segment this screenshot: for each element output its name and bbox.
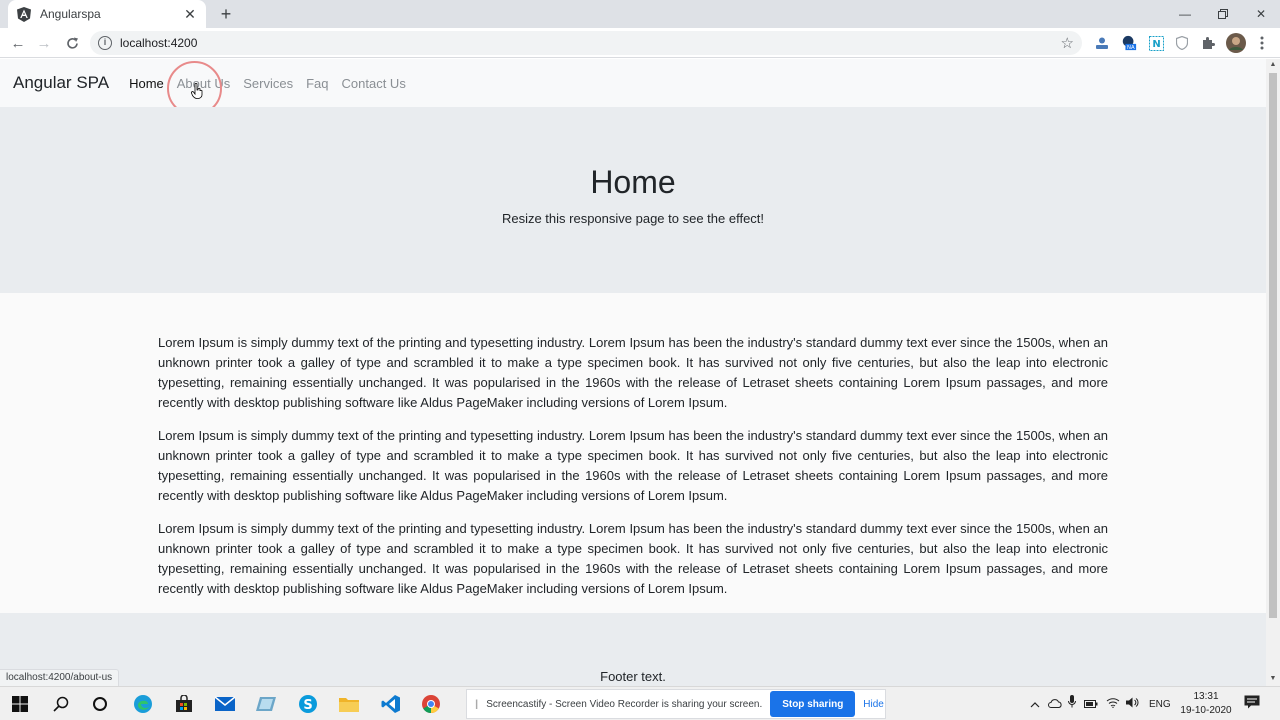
- drag-handle-icon[interactable]: ||: [475, 699, 479, 710]
- site-info-icon[interactable]: i: [98, 36, 112, 50]
- nav-services[interactable]: Services: [243, 76, 293, 91]
- browser-tabstrip: Angularspa ✕ + — ✕: [0, 0, 1280, 28]
- angular-favicon-icon: [16, 6, 32, 22]
- window-controls: — ✕: [1166, 0, 1280, 28]
- page-viewport: Angular SPA Home About Us Services Faq C…: [0, 59, 1266, 686]
- browser-toolbar: ← → i localhost:4200 ☆ NA N: [0, 28, 1280, 58]
- language-indicator[interactable]: ENG: [1149, 699, 1171, 710]
- profile-avatar[interactable]: [1226, 33, 1246, 53]
- site-footer: Footer text.: [0, 613, 1266, 686]
- nav-contact-us[interactable]: Contact Us: [342, 76, 406, 91]
- hero-jumbotron: Home Resize this responsive page to see …: [0, 107, 1266, 293]
- svg-text:NA: NA: [1127, 45, 1135, 51]
- tab-close-icon[interactable]: ✕: [182, 6, 198, 23]
- extension-n-icon[interactable]: N: [1148, 35, 1164, 51]
- tab-title: Angularspa: [40, 7, 101, 21]
- mail-icon[interactable]: [214, 693, 236, 715]
- extension-na-icon[interactable]: NA: [1121, 35, 1137, 51]
- skype-icon[interactable]: S: [297, 693, 319, 715]
- forward-arrow-icon[interactable]: →: [34, 33, 54, 53]
- vscode-icon[interactable]: [380, 693, 402, 715]
- windows-taskbar: S || Screencastify - Screen Video Record…: [0, 686, 1280, 720]
- address-bar[interactable]: i localhost:4200 ☆: [90, 31, 1082, 55]
- app-icon[interactable]: [255, 693, 277, 715]
- browser-tab[interactable]: Angularspa ✕: [8, 0, 206, 28]
- file-explorer-icon[interactable]: [338, 693, 360, 715]
- reload-icon[interactable]: [62, 33, 82, 53]
- browser-menu-icon[interactable]: [1254, 35, 1270, 51]
- content-section: Lorem Ipsum is simply dummy text of the …: [0, 293, 1266, 613]
- hide-button[interactable]: Hide: [863, 699, 884, 710]
- new-tab-button[interactable]: +: [216, 4, 236, 24]
- search-icon[interactable]: [50, 693, 72, 715]
- scroll-thumb[interactable]: [1269, 73, 1277, 618]
- windows-start-icon[interactable]: [9, 693, 31, 715]
- clock-time: 13:31: [1193, 691, 1219, 702]
- svg-text:N: N: [1152, 39, 1160, 50]
- nav-faq[interactable]: Faq: [306, 76, 328, 91]
- address-url: localhost:4200: [120, 36, 198, 50]
- onedrive-icon[interactable]: [1048, 695, 1062, 713]
- svg-text:S: S: [303, 698, 312, 713]
- hero-title: Home: [590, 164, 676, 200]
- content-paragraph: Lorem Ipsum is simply dummy text of the …: [158, 521, 1108, 596]
- bookmark-star-icon[interactable]: ☆: [1061, 34, 1074, 52]
- clock-date: 19-10-2020: [1180, 705, 1232, 716]
- wifi-icon[interactable]: [1106, 695, 1120, 713]
- close-window-button[interactable]: ✕: [1242, 0, 1280, 28]
- link-status-bubble: localhost:4200/about-us: [0, 669, 120, 686]
- restore-button[interactable]: [1204, 0, 1242, 28]
- hero-subtitle: Resize this responsive page to see the e…: [501, 211, 765, 226]
- stop-sharing-button[interactable]: Stop sharing: [770, 691, 856, 717]
- tray-chevron-icon[interactable]: [1028, 695, 1042, 713]
- microphone-icon[interactable]: [1068, 695, 1076, 713]
- page-scrollbar[interactable]: ▲ ▼: [1266, 59, 1280, 686]
- share-message: Screencastify - Screen Video Recorder is…: [486, 698, 763, 710]
- navbar-brand[interactable]: Angular SPA: [13, 73, 109, 93]
- nav-home[interactable]: Home: [129, 76, 164, 91]
- taskbar-clock[interactable]: 13:31 19-10-2020: [1178, 690, 1234, 718]
- scroll-down-icon[interactable]: ▼: [1269, 675, 1277, 682]
- minimize-button[interactable]: —: [1166, 0, 1204, 28]
- footer-text: Footer text.: [600, 669, 666, 684]
- system-tray: ENG: [1028, 687, 1171, 720]
- store-icon[interactable]: [173, 693, 195, 715]
- cortana-icon[interactable]: [89, 693, 111, 715]
- hand-cursor-icon: [191, 82, 203, 99]
- notification-center-icon[interactable]: [1244, 695, 1262, 711]
- battery-icon[interactable]: [1084, 695, 1098, 713]
- edge-icon[interactable]: [132, 693, 154, 715]
- back-arrow-icon[interactable]: ←: [8, 33, 28, 53]
- volume-icon[interactable]: [1126, 695, 1139, 713]
- screen-share-notification: || Screencastify - Screen Video Recorder…: [466, 689, 886, 719]
- content-paragraph: Lorem Ipsum is simply dummy text of the …: [158, 428, 1108, 503]
- content-paragraph: Lorem Ipsum is simply dummy text of the …: [158, 335, 1108, 410]
- extension-person-icon[interactable]: [1094, 35, 1110, 51]
- extensions-puzzle-icon[interactable]: [1200, 35, 1216, 51]
- chrome-icon[interactable]: [420, 693, 442, 715]
- scroll-up-icon[interactable]: ▲: [1269, 61, 1277, 68]
- extension-shield-icon[interactable]: [1174, 35, 1190, 51]
